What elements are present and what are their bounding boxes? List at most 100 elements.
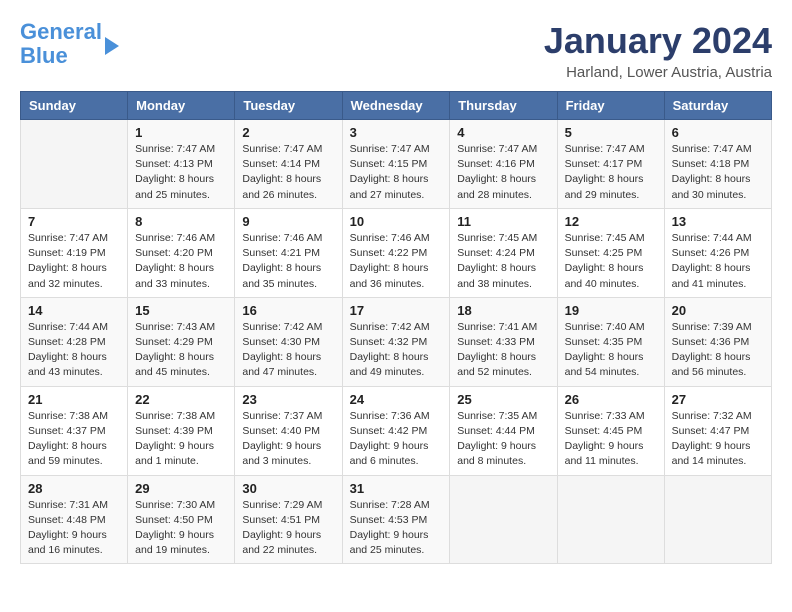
day-detail: Sunrise: 7:47 AM Sunset: 4:16 PM Dayligh… [457, 142, 549, 203]
calendar-cell: 8 Sunrise: 7:46 AM Sunset: 4:20 PM Daylig… [128, 208, 235, 297]
day-detail: Sunrise: 7:36 AM Sunset: 4:42 PM Dayligh… [350, 409, 443, 470]
day-detail: Sunrise: 7:30 AM Sunset: 4:50 PM Dayligh… [135, 498, 227, 559]
day-detail: Sunrise: 7:47 AM Sunset: 4:15 PM Dayligh… [350, 142, 443, 203]
day-number: 31 [350, 481, 443, 496]
calendar-header-monday: Monday [128, 92, 235, 120]
day-detail: Sunrise: 7:40 AM Sunset: 4:35 PM Dayligh… [565, 320, 657, 381]
calendar-table: SundayMondayTuesdayWednesdayThursdayFrid… [20, 91, 772, 564]
day-number: 22 [135, 392, 227, 407]
calendar-header-tuesday: Tuesday [235, 92, 342, 120]
calendar-cell: 23 Sunrise: 7:37 AM Sunset: 4:40 PM Dayli… [235, 386, 342, 475]
day-detail: Sunrise: 7:37 AM Sunset: 4:40 PM Dayligh… [242, 409, 334, 470]
day-number: 25 [457, 392, 549, 407]
calendar-cell: 16 Sunrise: 7:42 AM Sunset: 4:30 PM Dayli… [235, 297, 342, 386]
title-block: January 2024 Harland, Lower Austria, Aus… [544, 20, 772, 81]
calendar-cell: 29 Sunrise: 7:30 AM Sunset: 4:50 PM Dayli… [128, 475, 235, 564]
day-detail: Sunrise: 7:43 AM Sunset: 4:29 PM Dayligh… [135, 320, 227, 381]
day-number: 6 [672, 125, 764, 140]
calendar-cell: 26 Sunrise: 7:33 AM Sunset: 4:45 PM Dayli… [557, 386, 664, 475]
day-detail: Sunrise: 7:47 AM Sunset: 4:17 PM Dayligh… [565, 142, 657, 203]
day-detail: Sunrise: 7:47 AM Sunset: 4:13 PM Dayligh… [135, 142, 227, 203]
day-number: 3 [350, 125, 443, 140]
day-number: 9 [242, 214, 334, 229]
day-number: 4 [457, 125, 549, 140]
calendar-cell: 30Sunrise: 7:29 AM Sunset: 4:51 PM Dayli… [235, 475, 342, 564]
day-detail: Sunrise: 7:47 AM Sunset: 4:14 PM Dayligh… [242, 142, 334, 203]
calendar-header-row: SundayMondayTuesdayWednesdayThursdayFrid… [21, 92, 772, 120]
day-detail: Sunrise: 7:32 AM Sunset: 4:47 PM Dayligh… [672, 409, 764, 470]
calendar-cell: 1 Sunrise: 7:47 AM Sunset: 4:13 PM Daylig… [128, 120, 235, 209]
day-number: 14 [28, 303, 120, 318]
day-detail: Sunrise: 7:42 AM Sunset: 4:32 PM Dayligh… [350, 320, 443, 381]
calendar-cell: 20 Sunrise: 7:39 AM Sunset: 4:36 PM Dayli… [664, 297, 771, 386]
day-detail: Sunrise: 7:28 AM Sunset: 4:53 PM Dayligh… [350, 498, 443, 559]
logo-arrow-icon [105, 37, 119, 55]
day-number: 29 [135, 481, 227, 496]
calendar-cell: 11 Sunrise: 7:45 AM Sunset: 4:24 PM Dayli… [450, 208, 557, 297]
day-number: 10 [350, 214, 443, 229]
day-number: 24 [350, 392, 443, 407]
day-number: 19 [565, 303, 657, 318]
day-detail: Sunrise: 7:45 AM Sunset: 4:24 PM Dayligh… [457, 231, 549, 292]
calendar-header-friday: Friday [557, 92, 664, 120]
calendar-week-1: 1 Sunrise: 7:47 AM Sunset: 4:13 PM Daylig… [21, 120, 772, 209]
calendar-cell: 25 Sunrise: 7:35 AM Sunset: 4:44 PM Dayli… [450, 386, 557, 475]
calendar-header-thursday: Thursday [450, 92, 557, 120]
day-number: 23 [242, 392, 334, 407]
calendar-cell [664, 475, 771, 564]
calendar-cell: 17 Sunrise: 7:42 AM Sunset: 4:32 PM Dayli… [342, 297, 450, 386]
day-number: 7 [28, 214, 120, 229]
calendar-week-3: 14 Sunrise: 7:44 AM Sunset: 4:28 PM Dayli… [21, 297, 772, 386]
day-detail: Sunrise: 7:45 AM Sunset: 4:25 PM Dayligh… [565, 231, 657, 292]
day-number: 5 [565, 125, 657, 140]
calendar-cell [450, 475, 557, 564]
day-number: 15 [135, 303, 227, 318]
day-number: 26 [565, 392, 657, 407]
day-number: 17 [350, 303, 443, 318]
calendar-cell: 10Sunrise: 7:46 AM Sunset: 4:22 PM Dayli… [342, 208, 450, 297]
day-number: 2 [242, 125, 334, 140]
calendar-cell: 12 Sunrise: 7:45 AM Sunset: 4:25 PM Dayli… [557, 208, 664, 297]
day-number: 20 [672, 303, 764, 318]
logo-text: GeneralBlue [20, 20, 102, 68]
day-number: 28 [28, 481, 120, 496]
day-detail: Sunrise: 7:38 AM Sunset: 4:39 PM Dayligh… [135, 409, 227, 470]
calendar-header-saturday: Saturday [664, 92, 771, 120]
calendar-week-2: 7 Sunrise: 7:47 AM Sunset: 4:19 PM Daylig… [21, 208, 772, 297]
calendar-cell: 24 Sunrise: 7:36 AM Sunset: 4:42 PM Dayli… [342, 386, 450, 475]
calendar-header-sunday: Sunday [21, 92, 128, 120]
calendar-cell: 28 Sunrise: 7:31 AM Sunset: 4:48 PM Dayli… [21, 475, 128, 564]
day-number: 13 [672, 214, 764, 229]
day-number: 16 [242, 303, 334, 318]
day-detail: Sunrise: 7:33 AM Sunset: 4:45 PM Dayligh… [565, 409, 657, 470]
day-detail: Sunrise: 7:47 AM Sunset: 4:19 PM Dayligh… [28, 231, 120, 292]
calendar-header-wednesday: Wednesday [342, 92, 450, 120]
day-detail: Sunrise: 7:39 AM Sunset: 4:36 PM Dayligh… [672, 320, 764, 381]
calendar-cell: 19 Sunrise: 7:40 AM Sunset: 4:35 PM Dayli… [557, 297, 664, 386]
location: Harland, Lower Austria, Austria [544, 64, 772, 81]
calendar-cell: 13Sunrise: 7:44 AM Sunset: 4:26 PM Dayli… [664, 208, 771, 297]
calendar-cell: 22 Sunrise: 7:38 AM Sunset: 4:39 PM Dayli… [128, 386, 235, 475]
calendar-cell: 27Sunrise: 7:32 AM Sunset: 4:47 PM Dayli… [664, 386, 771, 475]
day-detail: Sunrise: 7:31 AM Sunset: 4:48 PM Dayligh… [28, 498, 120, 559]
day-detail: Sunrise: 7:35 AM Sunset: 4:44 PM Dayligh… [457, 409, 549, 470]
day-detail: Sunrise: 7:42 AM Sunset: 4:30 PM Dayligh… [242, 320, 334, 381]
calendar-cell: 9 Sunrise: 7:46 AM Sunset: 4:21 PM Daylig… [235, 208, 342, 297]
calendar-cell: 2 Sunrise: 7:47 AM Sunset: 4:14 PM Daylig… [235, 120, 342, 209]
calendar-week-4: 21 Sunrise: 7:38 AM Sunset: 4:37 PM Dayli… [21, 386, 772, 475]
day-detail: Sunrise: 7:46 AM Sunset: 4:20 PM Dayligh… [135, 231, 227, 292]
calendar-cell: 7 Sunrise: 7:47 AM Sunset: 4:19 PM Daylig… [21, 208, 128, 297]
day-detail: Sunrise: 7:38 AM Sunset: 4:37 PM Dayligh… [28, 409, 120, 470]
day-detail: Sunrise: 7:44 AM Sunset: 4:28 PM Dayligh… [28, 320, 120, 381]
day-number: 11 [457, 214, 549, 229]
day-number: 8 [135, 214, 227, 229]
day-number: 12 [565, 214, 657, 229]
day-number: 30 [242, 481, 334, 496]
logo: GeneralBlue [20, 20, 119, 68]
calendar-week-5: 28 Sunrise: 7:31 AM Sunset: 4:48 PM Dayli… [21, 475, 772, 564]
day-number: 1 [135, 125, 227, 140]
day-number: 21 [28, 392, 120, 407]
calendar-cell: 5 Sunrise: 7:47 AM Sunset: 4:17 PM Daylig… [557, 120, 664, 209]
day-detail: Sunrise: 7:46 AM Sunset: 4:21 PM Dayligh… [242, 231, 334, 292]
day-number: 18 [457, 303, 549, 318]
